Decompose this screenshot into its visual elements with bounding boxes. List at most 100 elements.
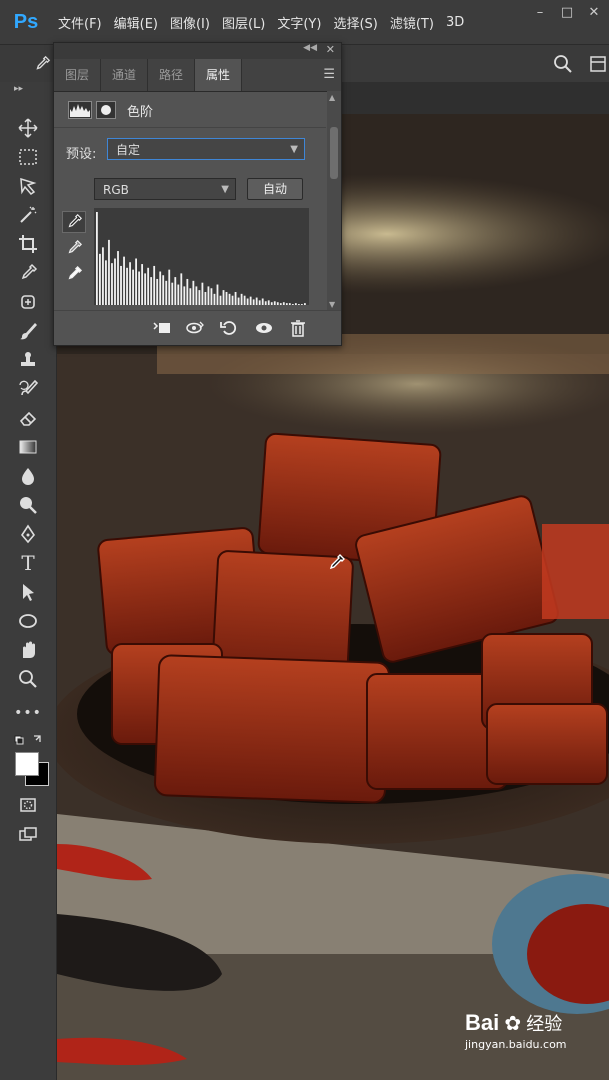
brush-tool-icon[interactable] xyxy=(14,318,42,344)
close-panel-icon[interactable]: ✕ xyxy=(326,43,335,56)
histogram-bar xyxy=(249,296,252,305)
histogram-bar xyxy=(219,295,222,305)
history-brush-tool-icon[interactable] xyxy=(14,376,42,402)
histogram-bar xyxy=(111,263,113,305)
search-icon[interactable] xyxy=(553,54,575,74)
menu-layer[interactable]: 图层(L) xyxy=(216,13,271,32)
reset-icon[interactable] xyxy=(219,319,239,337)
zoom-tool-icon[interactable] xyxy=(14,666,42,692)
histogram-bar xyxy=(114,258,116,305)
quick-mask-icon[interactable] xyxy=(14,792,42,818)
preset-dropdown[interactable]: 自定 ▼ xyxy=(107,138,305,160)
menu-image[interactable]: 图像(I) xyxy=(164,13,216,32)
eyedropper-icon[interactable] xyxy=(32,55,52,73)
histogram-bar xyxy=(195,286,198,305)
black-point-eyedropper-icon[interactable] xyxy=(62,211,86,233)
screen-mode-icon[interactable] xyxy=(14,822,42,848)
workspace-icon[interactable] xyxy=(588,54,608,74)
eyedropper-tool-icon[interactable] xyxy=(14,260,42,286)
channel-value: RGB xyxy=(103,183,129,197)
eyedropper-cursor-icon xyxy=(326,553,346,573)
stamp-tool-icon[interactable] xyxy=(14,347,42,373)
chevron-down-icon: ▼ xyxy=(290,144,298,155)
foreground-color-swatch[interactable] xyxy=(15,752,39,776)
gradient-tool-icon[interactable] xyxy=(14,434,42,460)
histogram-bar xyxy=(132,269,134,305)
tab-channels[interactable]: 通道 xyxy=(101,59,149,91)
levels-histogram[interactable] xyxy=(94,208,309,305)
histogram-bar xyxy=(291,304,294,305)
more-tools-icon[interactable]: ••• xyxy=(14,700,42,726)
histogram-bar xyxy=(216,284,219,305)
histogram-bar xyxy=(210,288,213,305)
menu-type[interactable]: 文字(Y) xyxy=(271,13,327,32)
histogram-bar xyxy=(186,278,189,305)
crop-tool-icon[interactable] xyxy=(14,231,42,257)
histogram-bar xyxy=(261,298,264,305)
histogram-bar xyxy=(189,288,192,305)
restore-icon[interactable]: □ xyxy=(555,4,579,22)
magic-wand-tool-icon[interactable] xyxy=(14,202,42,228)
ellipse-tool-icon[interactable] xyxy=(14,608,42,634)
tab-layers[interactable]: 图层 xyxy=(54,59,102,91)
toggle-visibility-icon[interactable] xyxy=(254,319,274,337)
paw-icon: ✿ xyxy=(504,1011,522,1035)
menu-select[interactable]: 选择(S) xyxy=(327,13,383,32)
minimize-icon[interactable]: – xyxy=(528,4,552,22)
histogram-bar xyxy=(201,282,204,305)
menu-filter[interactable]: 滤镜(T) xyxy=(384,13,440,32)
dodge-tool-icon[interactable] xyxy=(14,492,42,518)
histogram-bar xyxy=(96,212,98,305)
histogram-bar xyxy=(294,303,297,305)
swap-colors-icon[interactable] xyxy=(14,732,44,746)
histogram-bar xyxy=(213,293,216,305)
pen-tool-icon[interactable] xyxy=(14,521,42,547)
histogram-bar xyxy=(240,293,243,305)
lasso-tool-icon[interactable] xyxy=(14,173,42,199)
type-tool-icon[interactable]: T xyxy=(14,550,42,576)
view-previous-state-icon[interactable] xyxy=(185,319,205,337)
menu-file[interactable]: 文件(F) xyxy=(52,13,108,32)
white-point-eyedropper-icon[interactable] xyxy=(62,263,86,285)
close-icon[interactable]: ✕ xyxy=(582,4,606,22)
scrollbar-thumb[interactable] xyxy=(330,127,338,179)
tab-paths[interactable]: 路径 xyxy=(148,59,196,91)
histogram-bar xyxy=(303,303,306,305)
menu-3d[interactable]: 3D xyxy=(440,15,470,30)
healing-brush-tool-icon[interactable] xyxy=(14,289,42,315)
collapse-panel-icon[interactable]: ◀◀ xyxy=(303,43,317,53)
eraser-tool-icon[interactable] xyxy=(14,405,42,431)
auto-button[interactable]: 自动 xyxy=(247,178,303,200)
panel-menu-icon[interactable]: ☰ xyxy=(323,67,335,82)
tab-properties[interactable]: 属性 xyxy=(195,59,243,91)
menu-edit[interactable]: 编辑(E) xyxy=(108,13,164,32)
histogram-bar xyxy=(177,284,180,305)
histogram-bar xyxy=(246,298,249,305)
histogram-bar xyxy=(222,290,225,305)
marquee-tool-icon[interactable] xyxy=(14,144,42,170)
blur-tool-icon[interactable] xyxy=(14,463,42,489)
path-selection-tool-icon[interactable] xyxy=(14,579,42,605)
panel-header[interactable]: ◀◀ ✕ xyxy=(54,43,341,59)
histogram-bar xyxy=(204,291,207,305)
watermark-brand: Bai xyxy=(465,1010,500,1035)
histogram-bar xyxy=(105,260,107,305)
histogram-bar xyxy=(255,297,258,305)
trash-icon[interactable] xyxy=(288,319,308,337)
panel-scrollbar[interactable]: ▲ ▼ xyxy=(327,91,341,311)
histogram-bar xyxy=(117,251,119,305)
layer-mask-icon[interactable] xyxy=(96,101,116,119)
chevron-down-icon[interactable]: ▼ xyxy=(329,300,335,309)
channel-dropdown[interactable]: RGB ▼ xyxy=(94,178,236,200)
panel-footer xyxy=(54,310,341,345)
levels-adjustment-icon xyxy=(68,101,92,119)
move-tool-icon[interactable] xyxy=(14,115,42,141)
histogram-bar xyxy=(258,300,261,305)
histogram-bar xyxy=(183,286,186,305)
expand-icon[interactable]: ▸▸ xyxy=(14,84,23,94)
clip-to-layer-icon[interactable] xyxy=(152,319,172,337)
histogram-bar xyxy=(99,253,101,305)
gray-point-eyedropper-icon[interactable] xyxy=(62,237,86,259)
chevron-up-icon[interactable]: ▲ xyxy=(329,93,335,102)
hand-tool-icon[interactable] xyxy=(14,637,42,663)
